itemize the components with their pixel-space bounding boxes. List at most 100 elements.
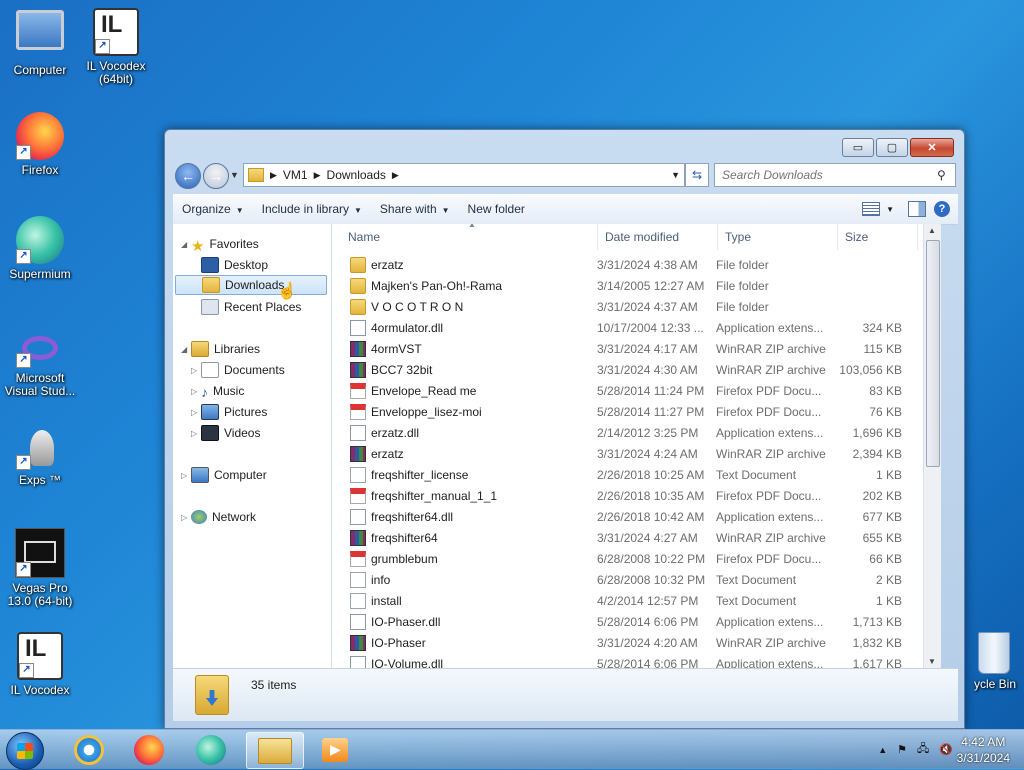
il-vocodex-icon: IL ↗ <box>17 632 63 680</box>
file-name: freqshifter64 <box>371 530 438 545</box>
new-folder-button[interactable]: New folder <box>459 202 534 216</box>
nav-libraries[interactable]: ◢ Libraries <box>181 339 260 359</box>
scroll-up-icon[interactable]: ▲ <box>928 226 936 235</box>
file-row[interactable]: IO-Volume.dll 5/28/2014 6:06 PM Applicatio… <box>332 653 902 668</box>
file-row[interactable]: freqshifter64.dll 2/26/2018 10:42 AM Appli… <box>332 506 902 527</box>
taskbar-windows-explorer[interactable] <box>246 732 304 769</box>
file-row[interactable]: erzatz.dll 2/14/2012 3:25 PM Application e… <box>332 422 902 443</box>
forward-button[interactable]: → <box>203 163 229 189</box>
share-with-button[interactable]: Share with ▼ <box>371 202 459 216</box>
file-row[interactable]: 4ormulator.dll 10/17/2004 12:33 ... Applic… <box>332 317 902 338</box>
desktop-icon-visual-studio[interactable]: ↗ Microsoft Visual Stud... <box>0 330 80 398</box>
maximize-button[interactable]: ▢ <box>876 138 908 157</box>
scrollbar-thumb[interactable] <box>926 240 940 467</box>
file-size: 1 KB <box>875 593 902 608</box>
file-row[interactable]: freqshifter_license 2/26/2018 10:25 AM Tex… <box>332 464 902 485</box>
column-header-type[interactable]: Type <box>718 224 838 250</box>
file-row[interactable]: info 6/28/2008 10:32 PM Text Document 2 KB <box>332 569 902 590</box>
show-hidden-icons-icon[interactable]: ▲ <box>878 745 887 755</box>
file-row[interactable]: freqshifter64 3/31/2024 4:27 AM WinRAR ZIP… <box>332 527 902 548</box>
start-button[interactable] <box>6 732 44 770</box>
nav-pictures[interactable]: ▷ Pictures <box>191 402 267 422</box>
collapsed-arrow-icon: ▷ <box>191 386 198 396</box>
file-row[interactable]: grumblebum 6/28/2008 10:22 PM Firefox PDF … <box>332 548 902 569</box>
file-name-cell: Enveloppe_lisez-moi <box>332 403 590 420</box>
nav-label: Favorites <box>209 237 259 251</box>
nav-desktop[interactable]: Desktop <box>201 255 268 275</box>
nav-downloads[interactable]: Downloads <box>175 275 327 295</box>
file-row[interactable]: V O C O T R O N 3/31/2024 4:37 AM File fol… <box>332 296 902 317</box>
help-icon[interactable]: ? <box>934 201 950 217</box>
search-box[interactable]: ⚲ <box>714 163 956 187</box>
action-center-flag-icon[interactable]: ⚑ <box>897 743 907 756</box>
taskbar-supermium[interactable] <box>184 732 238 767</box>
nav-music[interactable]: ▷ ♪ Music <box>191 381 244 401</box>
desktop-icon-supermium[interactable]: ↗ Supermium <box>0 216 80 281</box>
file-name: freqshifter_license <box>371 467 469 482</box>
file-name-cell: IO-Phaser <box>332 634 590 651</box>
scroll-down-icon[interactable]: ▼ <box>928 657 936 666</box>
minimize-button[interactable]: ▭ <box>842 138 874 157</box>
address-bar[interactable]: ▶ VM1 ▶ Downloads ▶ ▼ <box>243 163 685 187</box>
chevron-down-icon: ▼ <box>441 206 450 215</box>
vertical-scrollbar[interactable]: ▲ ▼ <box>923 224 941 668</box>
desktop-icon-il-vocodex[interactable]: IL ↗ IL Vocodex <box>0 632 80 697</box>
nav-network[interactable]: ▷ Network <box>181 507 256 527</box>
file-row[interactable]: Envelope_Read me 5/28/2014 11:24 PM Firefo… <box>332 380 902 401</box>
nav-favorites[interactable]: ◢ ★ Favorites <box>181 234 259 255</box>
file-row[interactable]: IO-Phaser.dll 5/28/2014 6:06 PM Applicatio… <box>332 611 902 632</box>
caption-buttons: ▭ ▢ ✕ <box>840 138 954 157</box>
organize-button[interactable]: Organize ▼ <box>173 202 253 216</box>
file-row[interactable]: freqshifter_manual_1_1 2/26/2018 10:35 AM… <box>332 485 902 506</box>
file-date-modified: 3/31/2024 4:24 AM <box>597 446 698 461</box>
column-header-name[interactable]: Name <box>332 224 598 250</box>
recent-pages-dropdown[interactable]: ▼ <box>230 170 239 180</box>
file-row[interactable]: 4ormVST 3/31/2024 4:17 AM WinRAR ZIP archi… <box>332 338 902 359</box>
column-header-size[interactable]: Size <box>838 224 918 250</box>
computer-icon <box>16 10 64 50</box>
volume-muted-icon[interactable]: 🔇 <box>939 743 953 756</box>
breadcrumb-downloads[interactable]: Downloads <box>327 168 386 182</box>
file-date-modified: 3/31/2024 4:20 AM <box>597 635 698 650</box>
file-row[interactable]: Majken's Pan-Oh!-Rama 3/14/2005 12:27 AM F… <box>332 275 902 296</box>
nav-computer[interactable]: ▷ Computer <box>181 465 267 485</box>
desktop-icon-computer[interactable]: Computer <box>0 10 80 77</box>
back-button[interactable]: ← <box>175 163 201 189</box>
close-button[interactable]: ✕ <box>910 138 954 157</box>
file-name: 4ormVST <box>371 341 422 356</box>
desktop-icon-firefox[interactable]: ↗ Firefox <box>0 112 80 177</box>
search-input[interactable] <box>720 167 937 183</box>
pdf-file-icon <box>350 487 366 504</box>
taskbar-media-player[interactable]: ▶ <box>308 732 362 767</box>
file-size: 66 KB <box>869 551 902 566</box>
file-date-modified: 5/28/2014 11:24 PM <box>597 383 705 398</box>
taskbar-internet-explorer[interactable] <box>62 732 116 767</box>
file-row[interactable]: IO-Phaser 3/31/2024 4:20 AM WinRAR ZIP arc… <box>332 632 902 653</box>
refresh-button[interactable]: ⇆ <box>685 163 709 187</box>
taskbar-firefox[interactable] <box>122 732 176 767</box>
file-row[interactable]: erzatz 3/31/2024 4:38 AM File folder <box>332 254 902 275</box>
network-tray-icon[interactable]: 🖧 <box>917 740 929 759</box>
desktop-icon-vegas-pro[interactable]: ↗ Vegas Pro 13.0 (64-bit) <box>0 528 80 608</box>
file-row[interactable]: install 4/2/2014 12:57 PM Text Document 1 K… <box>332 590 902 611</box>
file-row[interactable]: erzatz 3/31/2024 4:24 AM WinRAR ZIP archiv… <box>332 443 902 464</box>
file-row[interactable]: BCC7 32bit 3/31/2024 4:30 AM WinRAR ZIP ar… <box>332 359 902 380</box>
system-clock[interactable]: 4:42 AM 3/31/2024 <box>957 734 1010 766</box>
column-header-date-modified[interactable]: Date modified <box>598 224 718 250</box>
navigation-bar: ← → ▼ ▶ VM1 ▶ Downloads ▶ ▼ ⇆ ⚲ <box>173 162 956 189</box>
desktop-icon-il-vocodex-64[interactable]: IL ↗ IL Vocodex (64bit) <box>76 8 156 86</box>
folder-file-icon <box>350 256 366 273</box>
file-row[interactable]: Enveloppe_lisez-moi 5/28/2014 11:27 PM Fir… <box>332 401 902 422</box>
nav-videos[interactable]: ▷ Videos <box>191 423 260 443</box>
nav-documents[interactable]: ▷ Documents <box>191 360 285 380</box>
shortcut-arrow-icon: ↗ <box>16 353 31 368</box>
preview-pane-icon[interactable] <box>908 201 926 217</box>
change-view-icon[interactable] <box>862 202 881 216</box>
desktop-icon-label: Exps ™ <box>18 473 61 487</box>
include-in-library-button[interactable]: Include in library ▼ <box>253 202 371 216</box>
address-dropdown-icon[interactable]: ▼ <box>671 170 680 180</box>
view-dropdown-icon[interactable]: ▼ <box>886 205 894 214</box>
file-date-modified: 3/31/2024 4:27 AM <box>597 530 698 545</box>
desktop-icon-exps[interactable]: ↗ Exps ™ <box>0 426 80 487</box>
breadcrumb-vm1[interactable]: VM1 <box>283 168 308 182</box>
